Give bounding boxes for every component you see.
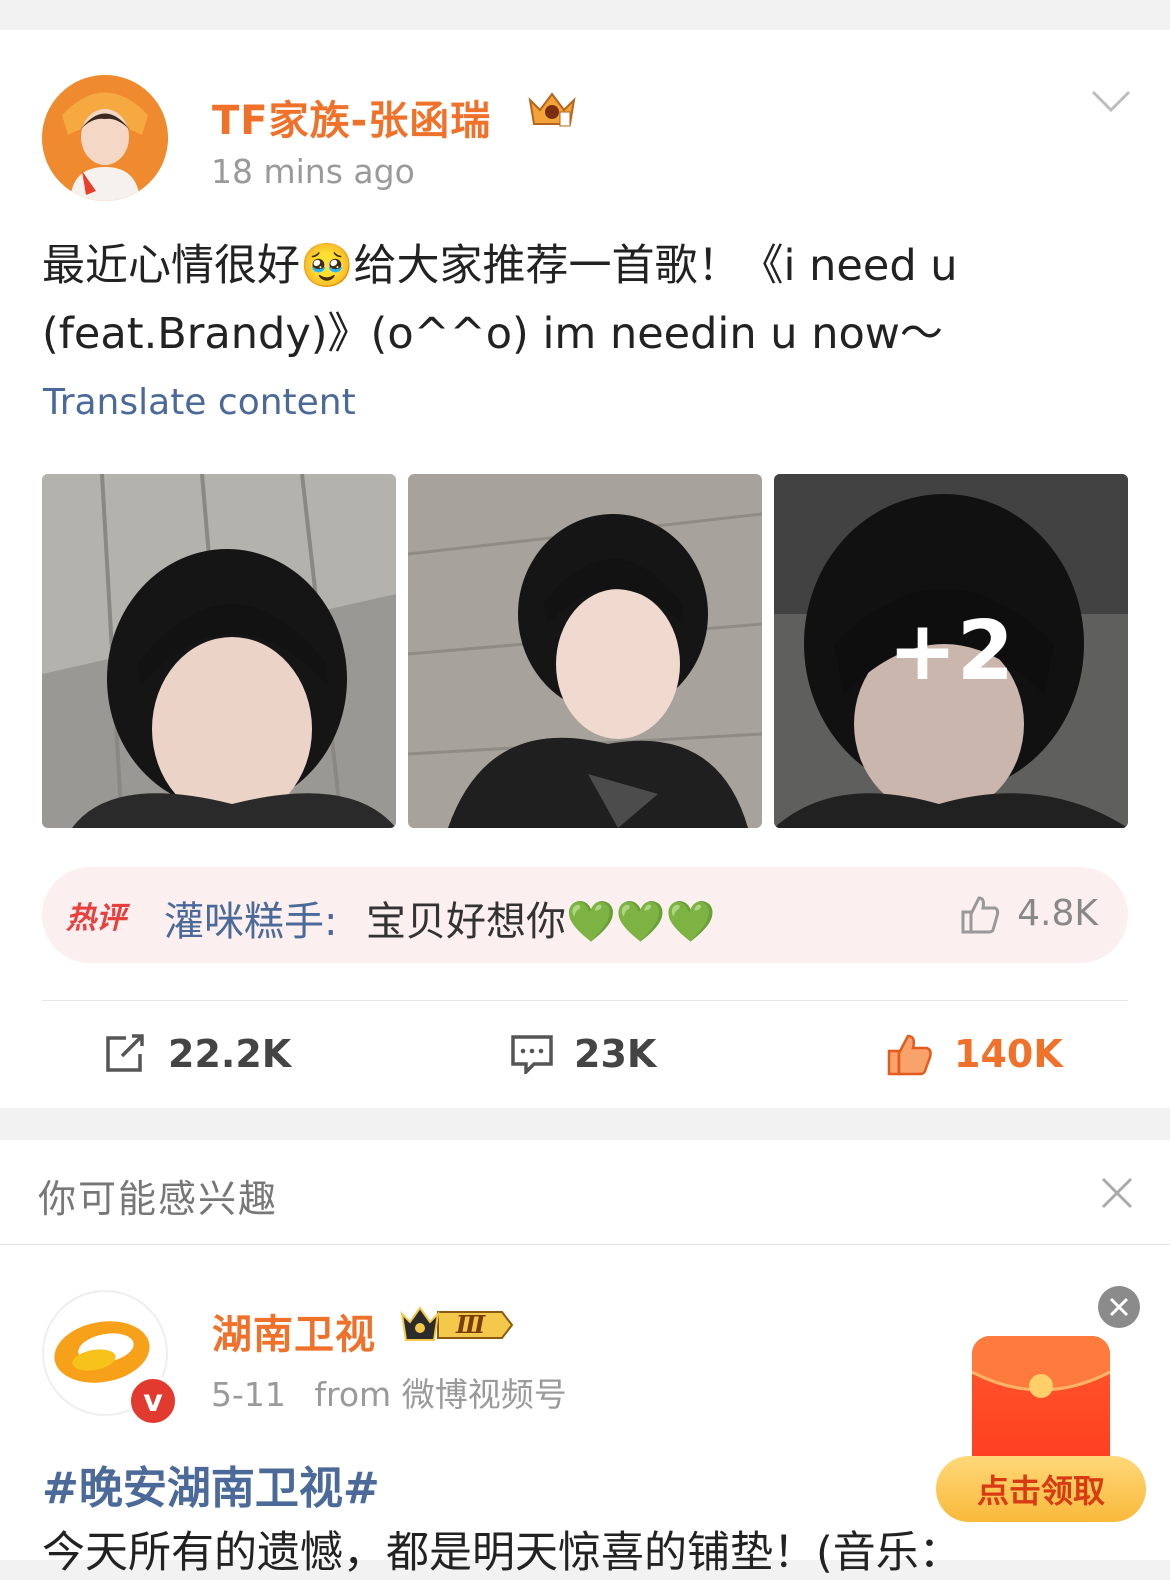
hot-comment-user[interactable]: 灌咪糕手: bbox=[164, 889, 337, 947]
post-source: from 微博视频号 bbox=[314, 1375, 567, 1414]
hot-comment-likes: 4.8K bbox=[1017, 893, 1098, 934]
post-text-line-2: (feat.Brandy)》(o^^o) im needin u now～ bbox=[42, 309, 943, 359]
thumbs-up-icon bbox=[961, 895, 1000, 933]
post-date: 5-11 from 微博视频号 bbox=[211, 1368, 567, 1416]
photo-2[interactable] bbox=[408, 474, 762, 828]
translate-link[interactable]: Translate content bbox=[43, 382, 356, 423]
photo-3[interactable]: +2 bbox=[774, 474, 1128, 828]
repost-icon bbox=[106, 1034, 144, 1072]
comment-button[interactable]: 23K bbox=[510, 1030, 656, 1078]
claim-button[interactable]: 点击领取 bbox=[936, 1456, 1146, 1522]
thumbs-up-filled-icon bbox=[887, 1034, 932, 1076]
hashtag-link[interactable]: #晚安湖南卫视# bbox=[42, 1452, 380, 1516]
post-text: 最近心情很好🥹给大家推荐一首歌！《i need u (feat.Brandy)》… bbox=[42, 232, 1132, 368]
comment-count: 23K bbox=[574, 1032, 657, 1076]
chevron-down-icon[interactable] bbox=[1090, 88, 1132, 120]
crown-badge-icon bbox=[524, 88, 580, 136]
repost-button[interactable]: 22.2K bbox=[104, 1030, 291, 1078]
level-text: Ⅲ bbox=[456, 1310, 486, 1339]
hot-comment-like[interactable]: 4.8K bbox=[959, 893, 1098, 934]
like-button[interactable]: 140K bbox=[886, 1030, 1063, 1078]
close-floating-icon[interactable] bbox=[1098, 1286, 1140, 1328]
post-date-value: 5-11 bbox=[211, 1375, 286, 1414]
post-text-2: 今天所有的遗憾，都是明天惊喜的铺垫！(音乐： bbox=[42, 1528, 962, 1578]
author-name-2[interactable]: 湖南卫视 bbox=[212, 1302, 376, 1360]
hot-comment-badge: 热评 bbox=[66, 901, 126, 936]
author-avatar[interactable] bbox=[42, 75, 168, 201]
crown-level-badge: Ⅲ bbox=[398, 1304, 516, 1346]
red-packet-icon[interactable] bbox=[972, 1336, 1110, 1476]
repost-count: 22.2K bbox=[168, 1032, 292, 1076]
post-text-line-1: 最近心情很好🥹给大家推荐一首歌！《i need u bbox=[42, 241, 958, 291]
hot-comment[interactable]: 热评 灌咪糕手: 宝贝好想你💚💚💚 4.8K bbox=[42, 867, 1128, 963]
post-time: 18 mins ago bbox=[211, 152, 415, 191]
photo-1[interactable] bbox=[42, 474, 396, 828]
hot-comment-text: 宝贝好想你💚💚💚 bbox=[366, 899, 716, 945]
like-count: 140K bbox=[954, 1032, 1063, 1076]
more-photos-count: +2 bbox=[774, 474, 1128, 828]
comment-icon bbox=[511, 1035, 553, 1074]
author-name[interactable]: TF家族-张函瑞 bbox=[212, 88, 491, 146]
close-icon[interactable] bbox=[1100, 1176, 1134, 1214]
divider bbox=[42, 1000, 1128, 1001]
recommend-title: 你可能感兴趣 bbox=[38, 1177, 279, 1221]
verified-badge: v bbox=[128, 1376, 178, 1426]
top-gap bbox=[0, 0, 1170, 30]
